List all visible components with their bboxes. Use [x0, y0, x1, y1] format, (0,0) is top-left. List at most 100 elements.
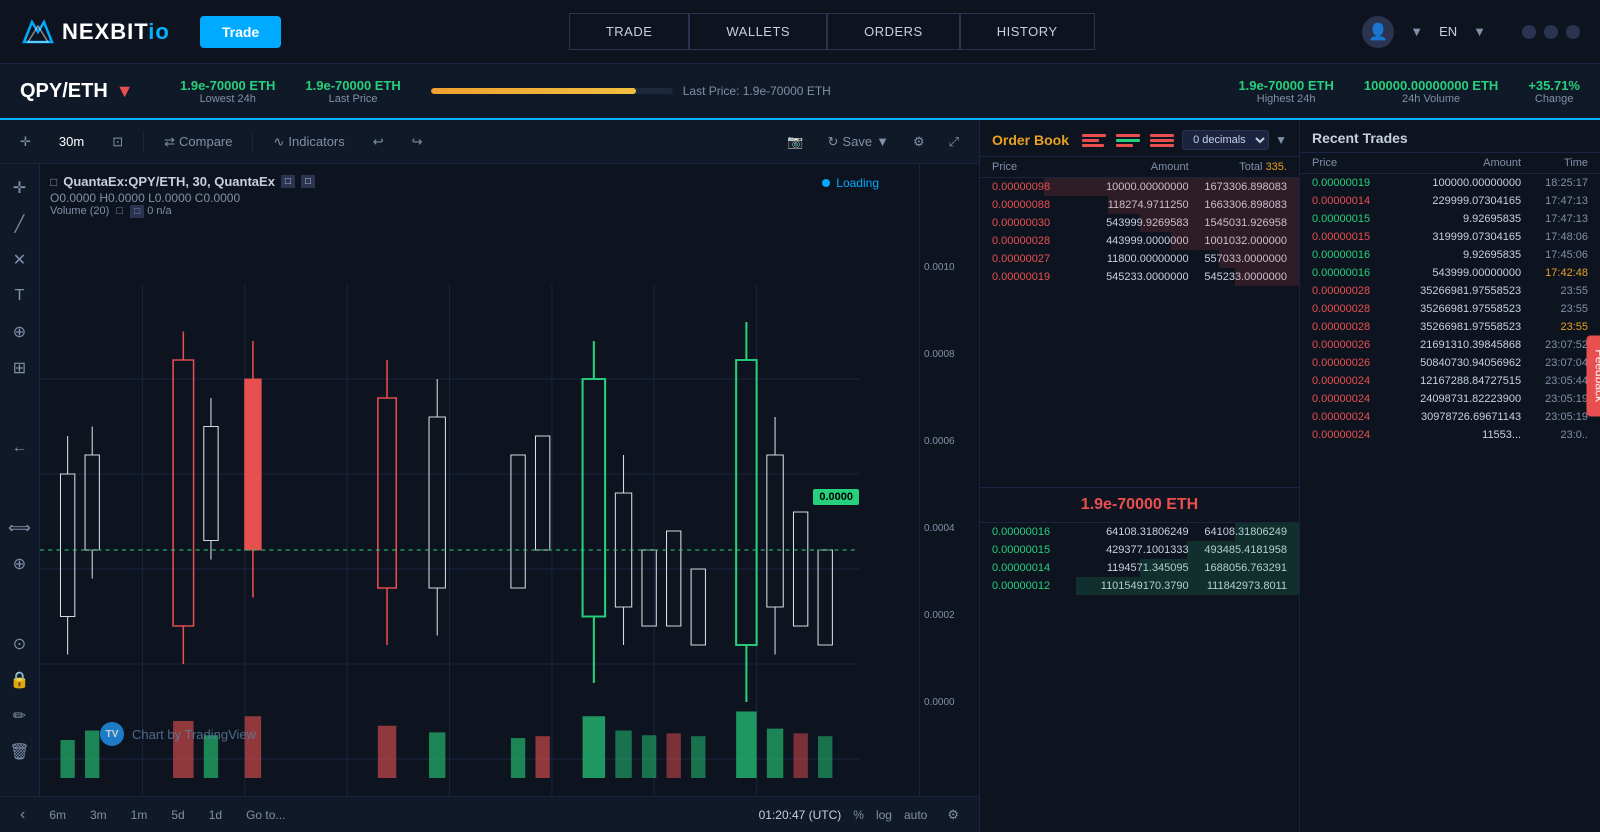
nav-trade-button[interactable]: TRADE: [569, 13, 690, 50]
rt-time: 23:07:52: [1521, 339, 1588, 351]
list-item[interactable]: 0.00000015 319999.07304165 17:48:06: [1300, 228, 1600, 246]
table-row[interactable]: 0.00000030 543999.9269583 1545031.926958: [980, 214, 1299, 232]
table-row[interactable]: 0.00000088 118274.9711250 1663306.898083: [980, 196, 1299, 214]
cross-tool[interactable]: ✕: [4, 244, 36, 276]
crosshair-tool[interactable]: ✛: [12, 130, 39, 154]
avatar[interactable]: 👤: [1362, 16, 1394, 48]
table-row[interactable]: 0.00000016 64108.31806249 64108.31806249: [980, 523, 1299, 541]
feedback-tab[interactable]: Feedback: [1587, 335, 1600, 416]
cursor-tool[interactable]: ✛: [4, 172, 36, 204]
time-1d[interactable]: 1d: [201, 805, 230, 825]
timeframe-btn[interactable]: 30m: [51, 130, 92, 153]
list-item[interactable]: 0.00000028 35266981.97558523 23:55: [1300, 282, 1600, 300]
list-item[interactable]: 0.00000016 9.92695835 17:45:06: [1300, 246, 1600, 264]
ob-red-line3: [1082, 144, 1104, 147]
settings-btn[interactable]: ⚙: [905, 130, 933, 154]
screenshot-btn[interactable]: 📷: [779, 130, 811, 154]
save-btn[interactable]: ↻ Save ▼: [820, 130, 897, 154]
list-item[interactable]: 0.00000016 543999.00000000 17:42:48: [1300, 264, 1600, 282]
rt-scroll[interactable]: 0.00000019 100000.00000000 18:25:17 0.00…: [1300, 174, 1600, 832]
logo-sub: io: [148, 19, 170, 44]
table-row[interactable]: 0.00000019 545233.0000000 545233.0000000: [980, 268, 1299, 286]
ob-sell-only-btn[interactable]: [1080, 130, 1108, 150]
trade-active-button[interactable]: Trade: [200, 16, 281, 48]
table-row[interactable]: 0.00000014 1194571.345095 1688056.763291: [980, 559, 1299, 577]
maximize-button[interactable]: [1544, 25, 1558, 39]
shape-tool[interactable]: ⊕: [4, 316, 36, 348]
ob-buy-section[interactable]: 0.00000016 64108.31806249 64108.31806249…: [980, 523, 1299, 832]
rt-time: 23:55: [1521, 303, 1588, 315]
list-item[interactable]: 0.00000024 12167288.84727515 23:05:44: [1300, 372, 1600, 390]
pair-dropdown-icon[interactable]: ▼: [116, 81, 134, 102]
list-item[interactable]: 0.00000019 100000.00000000 18:25:17: [1300, 174, 1600, 192]
trash-tool[interactable]: 🗑: [4, 736, 36, 768]
decimal-select[interactable]: 0 decimals 1 decimal 2 decimals: [1182, 130, 1269, 150]
list-item[interactable]: 0.00000028 35266981.97558523 23:55: [1300, 300, 1600, 318]
volume-badge: □: [130, 205, 144, 218]
lock-tool[interactable]: 🔒: [4, 664, 36, 696]
measure-tool[interactable]: ⊞: [4, 352, 36, 384]
ob-both-btn[interactable]: [1114, 130, 1142, 150]
fullscreen-btn[interactable]: ⤢: [941, 130, 967, 154]
rt-price: 0.00000014: [1312, 195, 1396, 207]
compare-btn[interactable]: ⇄ Compare: [156, 130, 240, 154]
pencil-tool[interactable]: ✏: [4, 700, 36, 732]
footer-settings-btn[interactable]: ⚙: [939, 803, 967, 827]
list-item[interactable]: 0.00000014 229999.07304165 17:47:13: [1300, 192, 1600, 210]
list-item[interactable]: 0.00000015 9.92695835 17:47:13: [1300, 210, 1600, 228]
back-tool[interactable]: ←: [4, 432, 36, 464]
minimize-button[interactable]: [1522, 25, 1536, 39]
rt-amount: 12167288.84727515: [1396, 375, 1521, 387]
line-tool[interactable]: ╱: [4, 208, 36, 240]
bar-type-btn[interactable]: ⊡: [104, 130, 131, 154]
rt-price: 0.00000024: [1312, 375, 1396, 387]
nav-history-button[interactable]: HISTORY: [960, 13, 1095, 50]
indicators-btn[interactable]: ∿ Indicators: [265, 130, 352, 154]
rt-time: 23:0..: [1521, 429, 1588, 441]
ruler-tool[interactable]: ⟺: [4, 512, 36, 544]
rt-amount: 30978726.69671143: [1396, 411, 1521, 423]
table-row[interactable]: 0.00000015 429377.1001333 493485.4181958: [980, 541, 1299, 559]
time-5d[interactable]: 5d: [163, 805, 192, 825]
ob-mid-price: 1.9e-70000 ETH: [980, 487, 1299, 523]
nav-center: TRADE WALLETS ORDERS HISTORY: [301, 13, 1362, 50]
total-val: 335.: [1266, 161, 1287, 173]
close-button[interactable]: [1566, 25, 1580, 39]
time-3m[interactable]: 3m: [82, 805, 115, 825]
footer-time: 01:20:47 (UTC): [759, 808, 842, 822]
undo-btn[interactable]: ↩: [365, 130, 392, 154]
ob-buy-only-btn[interactable]: [1148, 130, 1176, 150]
scroll-left-btn[interactable]: ‹: [12, 802, 33, 828]
list-item[interactable]: 0.00000026 21691310.39845868 23:07:52: [1300, 336, 1600, 354]
nav-orders-button[interactable]: ORDERS: [827, 13, 960, 50]
time-6m[interactable]: 6m: [41, 805, 74, 825]
table-row[interactable]: 0.00000028 443999.0000000 1001032.000000: [980, 232, 1299, 250]
nav-wallets-button[interactable]: WALLETS: [689, 13, 827, 50]
language-selector[interactable]: EN: [1439, 24, 1457, 39]
ticker-pair[interactable]: QPY/ETH ▼: [20, 80, 150, 103]
rt-price: 0.00000028: [1312, 285, 1396, 297]
logo-text: NEXBITio: [62, 19, 170, 45]
sell-price: 0.00000028: [992, 235, 1090, 247]
time-1m[interactable]: 1m: [123, 805, 156, 825]
row-bg: [1140, 214, 1300, 232]
magnet-tool[interactable]: ⊙: [4, 628, 36, 660]
row-bg: [1044, 178, 1299, 196]
text-tool[interactable]: T: [4, 280, 36, 312]
table-row[interactable]: 0.00000012 1101549170.3790 111842973.801…: [980, 577, 1299, 595]
redo-btn[interactable]: ↪: [404, 130, 431, 154]
ob-sell-section[interactable]: 0.00000098 10000.00000000 1673306.898083…: [980, 178, 1299, 487]
list-item[interactable]: 0.00000024 11553... 23:0..: [1300, 426, 1600, 444]
volume-settings-icon: □: [116, 205, 123, 217]
chart-mode-badge: □: [281, 175, 295, 188]
list-item[interactable]: 0.00000026 50840730.94056962 23:07:04: [1300, 354, 1600, 372]
table-row[interactable]: 0.00000098 10000.00000000 1673306.898083: [980, 178, 1299, 196]
list-item[interactable]: 0.00000028 35266981.97558523 23:55: [1300, 318, 1600, 336]
goto-btn[interactable]: Go to...: [238, 805, 293, 825]
sell-price: 0.00000019: [992, 271, 1090, 283]
tv-logo: TV Chart by TradingView: [100, 722, 256, 746]
list-item[interactable]: 0.00000024 30978726.69671143 23:05:19: [1300, 408, 1600, 426]
zoom-tool[interactable]: ⊕: [4, 548, 36, 580]
table-row[interactable]: 0.00000027 11800.00000000 557033.0000000: [980, 250, 1299, 268]
list-item[interactable]: 0.00000024 24098731.82223900 23:05:19: [1300, 390, 1600, 408]
